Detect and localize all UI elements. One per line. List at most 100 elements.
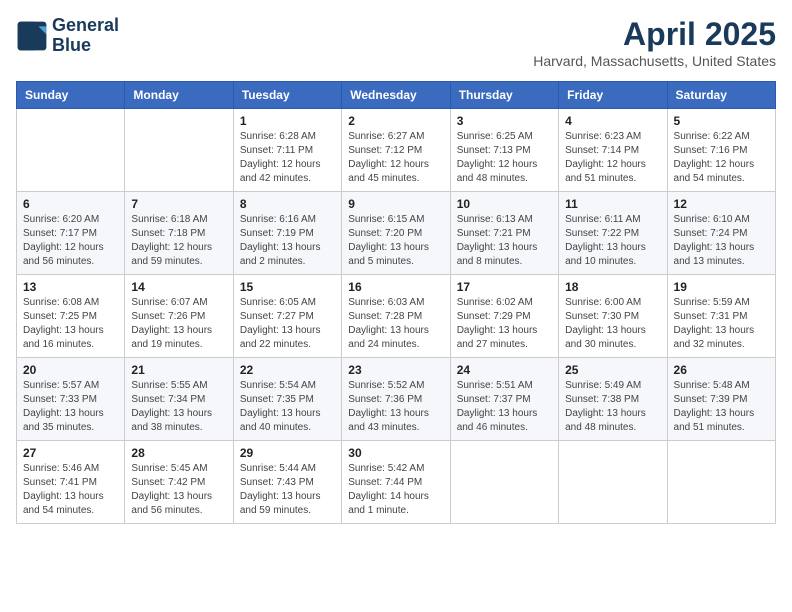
page-header: General Blue April 2025 Harvard, Massach…	[16, 16, 776, 69]
day-number: 23	[348, 363, 443, 377]
calendar-cell: 16 Sunrise: 6:03 AM Sunset: 7:28 PM Dayli…	[342, 275, 450, 358]
day-number: 25	[565, 363, 660, 377]
calendar-cell: 21 Sunrise: 5:55 AM Sunset: 7:34 PM Dayli…	[125, 358, 233, 441]
calendar-week-row: 1 Sunrise: 6:28 AM Sunset: 7:11 PM Daylig…	[17, 109, 776, 192]
calendar-cell: 24 Sunrise: 5:51 AM Sunset: 7:37 PM Dayli…	[450, 358, 558, 441]
day-number: 16	[348, 280, 443, 294]
calendar-cell: 13 Sunrise: 6:08 AM Sunset: 7:25 PM Dayli…	[17, 275, 125, 358]
day-number: 17	[457, 280, 552, 294]
cell-info: Sunrise: 6:13 AM Sunset: 7:21 PM Dayligh…	[457, 213, 552, 269]
cell-info: Sunrise: 5:49 AM Sunset: 7:38 PM Dayligh…	[565, 379, 660, 435]
day-number: 24	[457, 363, 552, 377]
calendar-cell: 17 Sunrise: 6:02 AM Sunset: 7:29 PM Dayli…	[450, 275, 558, 358]
day-number: 19	[674, 280, 769, 294]
cell-info: Sunrise: 6:02 AM Sunset: 7:29 PM Dayligh…	[457, 296, 552, 352]
cell-info: Sunrise: 5:48 AM Sunset: 7:39 PM Dayligh…	[674, 379, 769, 435]
calendar-cell: 25 Sunrise: 5:49 AM Sunset: 7:38 PM Dayli…	[559, 358, 667, 441]
month-title: April 2025	[533, 16, 776, 53]
cell-info: Sunrise: 5:57 AM Sunset: 7:33 PM Dayligh…	[23, 379, 118, 435]
day-number: 5	[674, 114, 769, 128]
weekday-header: Tuesday	[233, 82, 341, 109]
day-number: 7	[131, 197, 226, 211]
calendar-week-row: 13 Sunrise: 6:08 AM Sunset: 7:25 PM Dayli…	[17, 275, 776, 358]
day-number: 12	[674, 197, 769, 211]
cell-info: Sunrise: 6:03 AM Sunset: 7:28 PM Dayligh…	[348, 296, 443, 352]
calendar-week-row: 20 Sunrise: 5:57 AM Sunset: 7:33 PM Dayli…	[17, 358, 776, 441]
calendar-cell: 9 Sunrise: 6:15 AM Sunset: 7:20 PM Daylig…	[342, 192, 450, 275]
location-text: Harvard, Massachusetts, United States	[533, 53, 776, 69]
day-number: 2	[348, 114, 443, 128]
day-number: 18	[565, 280, 660, 294]
day-number: 6	[23, 197, 118, 211]
cell-info: Sunrise: 5:59 AM Sunset: 7:31 PM Dayligh…	[674, 296, 769, 352]
calendar-cell: 14Sunrise: 6:07 AM Sunset: 7:26 PM Dayli…	[125, 275, 233, 358]
logo-icon	[16, 20, 48, 52]
calendar-cell: 20 Sunrise: 5:57 AM Sunset: 7:33 PM Dayli…	[17, 358, 125, 441]
calendar-cell	[125, 109, 233, 192]
calendar-cell	[17, 109, 125, 192]
calendar-cell: 23Sunrise: 5:52 AM Sunset: 7:36 PM Dayli…	[342, 358, 450, 441]
calendar-cell	[559, 441, 667, 524]
cell-info: Sunrise: 5:54 AM Sunset: 7:35 PM Dayligh…	[240, 379, 335, 435]
calendar-cell: 30 Sunrise: 5:42 AM Sunset: 7:44 PM Dayli…	[342, 441, 450, 524]
cell-info: Sunrise: 5:51 AM Sunset: 7:37 PM Dayligh…	[457, 379, 552, 435]
calendar-header-row: SundayMondayTuesdayWednesdayThursdayFrid…	[17, 82, 776, 109]
day-number: 13	[23, 280, 118, 294]
title-block: April 2025 Harvard, Massachusetts, Unite…	[533, 16, 776, 69]
day-number: 29	[240, 446, 335, 460]
calendar-cell: 3 Sunrise: 6:25 AM Sunset: 7:13 PM Daylig…	[450, 109, 558, 192]
cell-info: Sunrise: 6:00 AM Sunset: 7:30 PM Dayligh…	[565, 296, 660, 352]
cell-info: Sunrise: 6:23 AM Sunset: 7:14 PM Dayligh…	[565, 130, 660, 186]
cell-info: Sunrise: 6:15 AM Sunset: 7:20 PM Dayligh…	[348, 213, 443, 269]
day-number: 9	[348, 197, 443, 211]
cell-info: Sunrise: 5:45 AM Sunset: 7:42 PM Dayligh…	[131, 462, 226, 518]
calendar-cell: 7Sunrise: 6:18 AM Sunset: 7:18 PM Daylig…	[125, 192, 233, 275]
calendar-cell: 4 Sunrise: 6:23 AM Sunset: 7:14 PM Daylig…	[559, 109, 667, 192]
day-number: 21	[131, 363, 226, 377]
weekday-header: Friday	[559, 82, 667, 109]
calendar-cell: 12 Sunrise: 6:10 AM Sunset: 7:24 PM Dayli…	[667, 192, 775, 275]
calendar-cell	[667, 441, 775, 524]
day-number: 4	[565, 114, 660, 128]
day-number: 28	[131, 446, 226, 460]
day-number: 22	[240, 363, 335, 377]
day-number: 1	[240, 114, 335, 128]
logo: General Blue	[16, 16, 119, 56]
cell-info: Sunrise: 6:28 AM Sunset: 7:11 PM Dayligh…	[240, 130, 335, 186]
day-number: 11	[565, 197, 660, 211]
cell-info: Sunrise: 6:07 AM Sunset: 7:26 PM Dayligh…	[131, 296, 226, 352]
cell-info: Sunrise: 6:16 AM Sunset: 7:19 PM Dayligh…	[240, 213, 335, 269]
calendar-cell: 19 Sunrise: 5:59 AM Sunset: 7:31 PM Dayli…	[667, 275, 775, 358]
weekday-header: Wednesday	[342, 82, 450, 109]
day-number: 8	[240, 197, 335, 211]
day-number: 10	[457, 197, 552, 211]
day-number: 3	[457, 114, 552, 128]
calendar-cell: 1 Sunrise: 6:28 AM Sunset: 7:11 PM Daylig…	[233, 109, 341, 192]
cell-info: Sunrise: 5:44 AM Sunset: 7:43 PM Dayligh…	[240, 462, 335, 518]
calendar-table: SundayMondayTuesdayWednesdayThursdayFrid…	[16, 81, 776, 524]
cell-info: Sunrise: 6:08 AM Sunset: 7:25 PM Dayligh…	[23, 296, 118, 352]
calendar-cell: 22 Sunrise: 5:54 AM Sunset: 7:35 PM Dayli…	[233, 358, 341, 441]
cell-info: Sunrise: 5:55 AM Sunset: 7:34 PM Dayligh…	[131, 379, 226, 435]
cell-info: Sunrise: 6:27 AM Sunset: 7:12 PM Dayligh…	[348, 130, 443, 186]
day-number: 20	[23, 363, 118, 377]
cell-info: Sunrise: 6:25 AM Sunset: 7:13 PM Dayligh…	[457, 130, 552, 186]
calendar-cell: 2 Sunrise: 6:27 AM Sunset: 7:12 PM Daylig…	[342, 109, 450, 192]
weekday-header: Thursday	[450, 82, 558, 109]
day-number: 30	[348, 446, 443, 460]
calendar-cell: 28 Sunrise: 5:45 AM Sunset: 7:42 PM Dayli…	[125, 441, 233, 524]
calendar-cell: 6 Sunrise: 6:20 AM Sunset: 7:17 PM Daylig…	[17, 192, 125, 275]
cell-info: Sunrise: 5:42 AM Sunset: 7:44 PM Dayligh…	[348, 462, 443, 518]
cell-info: Sunrise: 6:11 AM Sunset: 7:22 PM Dayligh…	[565, 213, 660, 269]
calendar-cell: 26 Sunrise: 5:48 AM Sunset: 7:39 PM Dayli…	[667, 358, 775, 441]
calendar-cell: 8 Sunrise: 6:16 AM Sunset: 7:19 PM Daylig…	[233, 192, 341, 275]
calendar-cell: 15Sunrise: 6:05 AM Sunset: 7:27 PM Dayli…	[233, 275, 341, 358]
day-number: 26	[674, 363, 769, 377]
calendar-cell	[450, 441, 558, 524]
calendar-cell: 10 Sunrise: 6:13 AM Sunset: 7:21 PM Dayli…	[450, 192, 558, 275]
cell-info: Sunrise: 6:22 AM Sunset: 7:16 PM Dayligh…	[674, 130, 769, 186]
calendar-cell: 27Sunrise: 5:46 AM Sunset: 7:41 PM Dayli…	[17, 441, 125, 524]
cell-info: Sunrise: 6:20 AM Sunset: 7:17 PM Dayligh…	[23, 213, 118, 269]
calendar-week-row: 27Sunrise: 5:46 AM Sunset: 7:41 PM Dayli…	[17, 441, 776, 524]
cell-info: Sunrise: 6:10 AM Sunset: 7:24 PM Dayligh…	[674, 213, 769, 269]
